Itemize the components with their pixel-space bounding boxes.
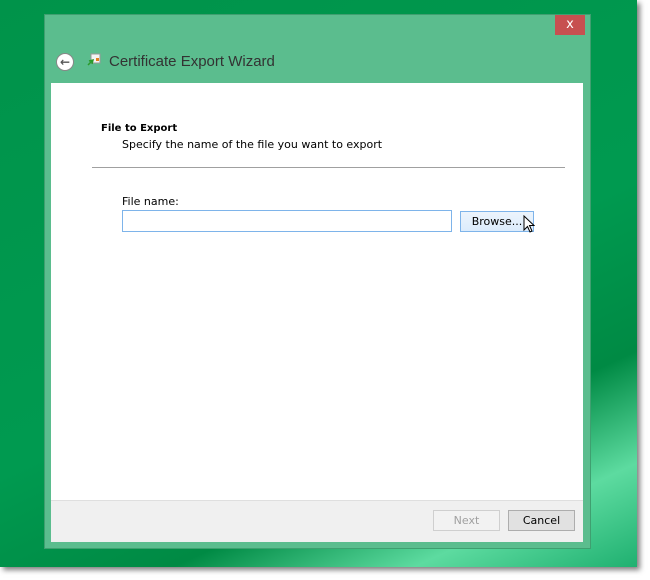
page-description: Specify the name of the file you want to… [122, 138, 383, 151]
cancel-button[interactable]: Cancel [508, 510, 575, 531]
mouse-cursor-icon [523, 215, 535, 233]
page-heading: File to Export [101, 123, 178, 134]
certificate-icon [87, 53, 101, 66]
window-title: Certificate Export Wizard [109, 53, 275, 70]
file-name-input[interactable] [122, 210, 452, 232]
close-button[interactable]: x [555, 15, 585, 35]
back-arrow-icon[interactable]: ← [56, 53, 74, 71]
next-button[interactable]: Next [433, 510, 500, 531]
wizard-dialog: x ← Certificate Export Wizard File to Ex… [44, 14, 591, 549]
divider [92, 167, 565, 168]
wizard-footer: Next Cancel [51, 500, 583, 542]
file-name-label: File name: [122, 195, 179, 208]
wizard-content: File to Export Specify the name of the f… [51, 83, 583, 542]
